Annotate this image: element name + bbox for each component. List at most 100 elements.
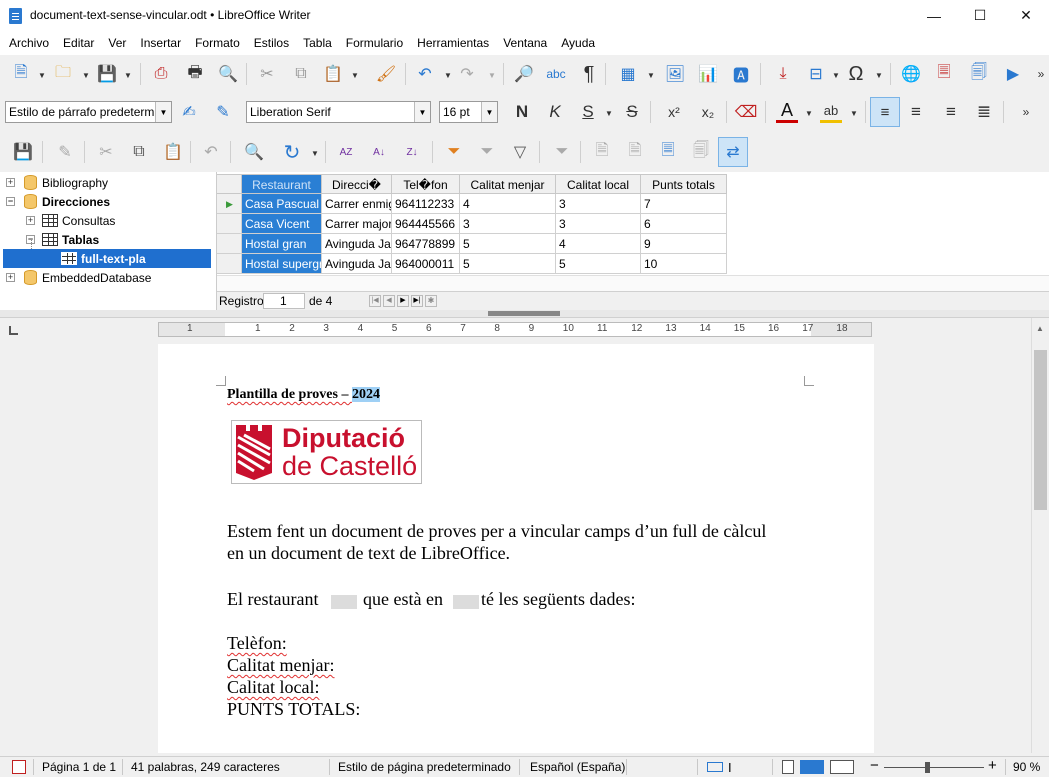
chevron-down-icon[interactable]: ▼ [351, 71, 359, 80]
grid-cell[interactable]: 5 [460, 234, 556, 254]
document-heading[interactable]: Plantilla de proves – 2024 [227, 387, 380, 403]
insert-mode-icon[interactable] [707, 762, 723, 772]
chevron-down-icon[interactable]: ▼ [481, 102, 497, 122]
superscript-button[interactable]: x² [663, 101, 685, 123]
chevron-down-icon[interactable]: ▼ [38, 71, 46, 80]
autofilter-icon[interactable]: ⏷ [443, 141, 465, 163]
grid-cell[interactable]: Carrer enmig [322, 194, 392, 214]
grid-cell[interactable]: 4 [460, 194, 556, 214]
cut-icon[interactable]: ✂ [95, 141, 117, 163]
splitter[interactable] [0, 310, 1049, 318]
page-break-icon[interactable]: ⤓ [772, 63, 794, 85]
find-record-icon[interactable]: 🔍 [243, 141, 265, 163]
word-count[interactable]: 41 palabras, 249 caracteres [131, 760, 280, 774]
subscript-button[interactable]: x₂ [697, 101, 719, 123]
footnote-icon[interactable]: 🗏 [933, 63, 955, 85]
tree-item-direcciones[interactable]: − Direcciones [6, 192, 110, 211]
tree-item-consultas[interactable]: + Consultas [26, 211, 115, 230]
undo-icon[interactable]: ↶ [414, 63, 436, 85]
chevron-down-icon[interactable]: ▼ [605, 109, 613, 118]
scroll-up-icon[interactable]: ▲ [1036, 324, 1044, 333]
field-menjar-label[interactable]: Calitat menjar: [227, 655, 334, 676]
more-options-icon[interactable]: » [1030, 63, 1049, 85]
grid-cell[interactable]: Hostal gran [242, 234, 322, 254]
book-view-icon[interactable] [830, 760, 854, 774]
strikethrough-button[interactable]: S [621, 101, 643, 123]
menu-editar[interactable]: Editar [56, 36, 101, 50]
field-local-label[interactable]: Calitat local: [227, 677, 319, 698]
column-header-calitat-local[interactable]: Calitat local [556, 174, 641, 194]
chevron-down-icon[interactable]: ▼ [311, 149, 319, 158]
data-to-fields-icon[interactable]: 🗎 [624, 141, 646, 163]
insert-table-icon[interactable]: ▦ [617, 63, 639, 85]
font-size-combo[interactable]: 16 pt ▼ [439, 101, 498, 123]
grid-cell[interactable]: 4 [556, 234, 641, 254]
column-header-direccio[interactable]: Direcci� [322, 174, 392, 194]
multi-page-view-icon[interactable] [800, 760, 824, 774]
align-right-icon[interactable]: ≡ [940, 101, 962, 123]
row-header[interactable] [217, 234, 242, 254]
grid-cell[interactable]: Casa Vicent [242, 214, 322, 234]
grid-cell[interactable]: 7 [641, 194, 727, 214]
chevron-down-icon[interactable]: ▼ [82, 71, 90, 80]
zoom-level[interactable]: 90 % [1013, 760, 1040, 774]
menu-formato[interactable]: Formato [188, 36, 247, 50]
horizontal-ruler[interactable] [158, 322, 872, 337]
grid-cell[interactable]: 964000011 [392, 254, 460, 274]
language[interactable]: Español (España) [530, 760, 625, 774]
cut-icon[interactable]: ✂ [256, 63, 278, 85]
refresh-icon[interactable]: ↻ [281, 141, 303, 164]
grid-cell[interactable]: 5 [556, 254, 641, 274]
maximize-button[interactable]: ☐ [957, 0, 1003, 31]
apply-filter-icon[interactable]: ⏷ [476, 141, 498, 163]
previous-record-icon[interactable]: ◀ [383, 295, 395, 307]
chevron-down-icon[interactable]: ▼ [647, 71, 655, 80]
grid-cell[interactable]: 964778899 [392, 234, 460, 254]
column-header-telefon[interactable]: Tel�fon [392, 174, 460, 194]
align-center-icon[interactable]: ≡ [905, 101, 927, 123]
menu-formulario[interactable]: Formulario [339, 36, 410, 50]
diputacio-logo[interactable]: Diputació de Castelló [231, 420, 422, 484]
copy-icon[interactable]: ⧉ [290, 63, 312, 85]
splitter-handle[interactable] [488, 311, 560, 316]
export-pdf-icon[interactable]: ⎙ [150, 63, 172, 85]
zoom-slider-handle[interactable] [925, 762, 930, 773]
new-style-icon[interactable]: ✎ [212, 101, 234, 123]
grid-cell[interactable]: 964445566 [392, 214, 460, 234]
grid-cell[interactable]: 3 [556, 194, 641, 214]
expand-icon[interactable]: + [6, 178, 15, 187]
bookmark-icon[interactable]: ▶ [1002, 63, 1024, 85]
chevron-down-icon[interactable]: ▼ [414, 102, 430, 122]
expand-icon[interactable]: + [26, 216, 35, 225]
insert-field-icon[interactable]: ⊟ [805, 63, 827, 85]
field-telefon-label[interactable]: Telèfon: [227, 633, 287, 654]
merge-field-direccio[interactable] [453, 595, 479, 609]
collapse-icon[interactable]: − [6, 197, 15, 206]
document-modified-icon[interactable] [12, 760, 26, 774]
paste-icon[interactable]: 📋 [162, 141, 184, 163]
menu-herramientas[interactable]: Herramientas [410, 36, 496, 50]
text-cursor-icon[interactable]: I [728, 760, 732, 775]
paragraph-2-part-2[interactable]: que està en [363, 589, 443, 610]
highlight-icon[interactable]: ab [820, 101, 842, 123]
sort-descending-icon[interactable]: Z↓ [401, 141, 423, 163]
new-document-icon[interactable]: 🗎 [10, 63, 32, 85]
grid-cell[interactable]: Carrer major [322, 214, 392, 234]
grid-cell[interactable]: 5 [460, 254, 556, 274]
data-source-current-icon[interactable]: 🗐 [690, 141, 712, 163]
next-record-icon[interactable]: ▶ [397, 295, 409, 307]
document-page[interactable]: Plantilla de proves – 2024 Diputació de … [158, 344, 874, 753]
print-icon[interactable]: 🖶 [184, 63, 206, 85]
grid-cell[interactable]: 6 [641, 214, 727, 234]
insert-image-icon[interactable]: 🖼 [664, 63, 686, 85]
paragraph-2-part-3[interactable]: té les següents dades: [481, 589, 635, 610]
grid-cell[interactable]: Hostal supergr [242, 254, 322, 274]
menu-insertar[interactable]: Insertar [133, 36, 188, 50]
close-button[interactable]: ✕ [1003, 0, 1049, 31]
column-header-calitat-menjar[interactable]: Calitat menjar [460, 174, 556, 194]
clear-formatting-icon[interactable]: ⌫ [735, 101, 758, 123]
menu-ayuda[interactable]: Ayuda [554, 36, 602, 50]
minimize-button[interactable]: — [911, 0, 957, 31]
tree-item-tablas[interactable]: − Tablas [26, 230, 99, 249]
merge-field-restaurant[interactable] [331, 595, 357, 609]
